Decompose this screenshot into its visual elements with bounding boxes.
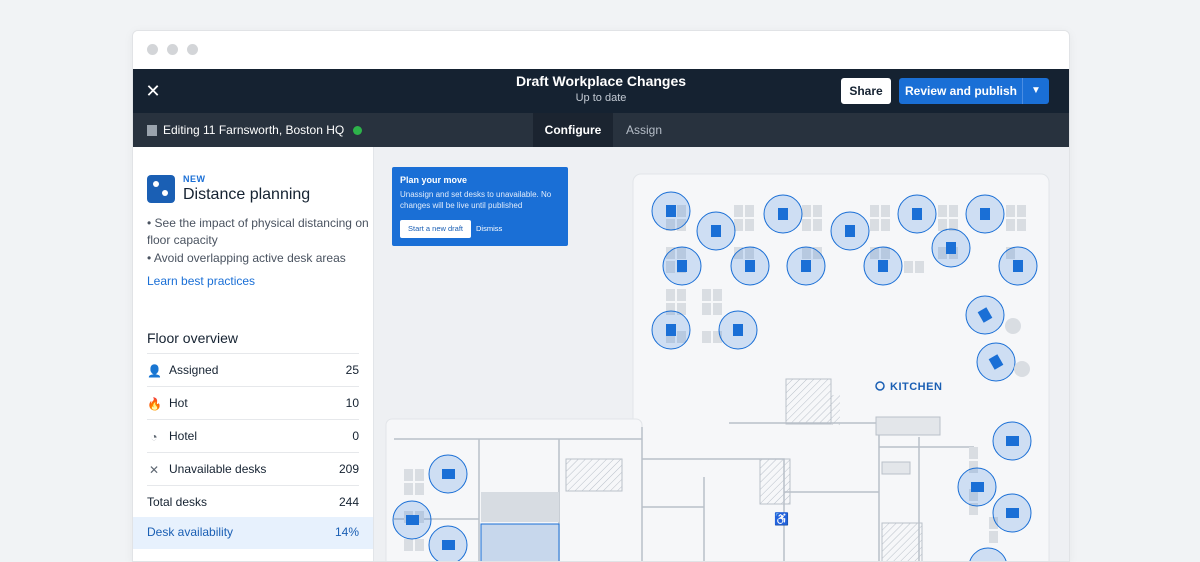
stat-row-hot: 🔥 Hot 10 xyxy=(147,386,359,419)
desk-marker[interactable] xyxy=(651,310,691,350)
stat-value: 209 xyxy=(338,462,359,476)
stat-value: 10 xyxy=(345,396,359,410)
top-bar: ✕ Draft Workplace Changes Up to date Sha… xyxy=(133,69,1069,113)
desk-marker[interactable] xyxy=(696,211,736,251)
sidebar: NEW Distance planning • See the impact o… xyxy=(133,147,374,561)
learn-best-practices-link[interactable]: Learn best practices xyxy=(147,274,255,288)
window-chrome xyxy=(133,31,1069,69)
editing-location-label: Editing 11 Farnsworth, Boston HQ xyxy=(163,123,345,137)
stat-value: 25 xyxy=(345,363,359,377)
distance-planning-icon xyxy=(147,175,175,203)
review-publish-button[interactable]: Review and publish ▼ xyxy=(899,78,1049,104)
floor-overview-title: Floor overview xyxy=(147,330,239,346)
desk-marker[interactable] xyxy=(998,246,1038,286)
window-dot-maximize[interactable] xyxy=(187,44,198,55)
window-dot-close[interactable] xyxy=(147,44,158,55)
hot-flame-icon: 🔥 xyxy=(147,397,162,411)
hatched-area xyxy=(565,458,623,492)
unavailable-x-icon: ✕ xyxy=(148,463,160,477)
desk-marker[interactable] xyxy=(897,194,937,234)
stat-label: Unavailable desks xyxy=(169,462,267,476)
stat-label: Hot xyxy=(169,396,188,410)
chevron-down-icon[interactable]: ▼ xyxy=(1022,78,1049,104)
banner-title: Plan your move xyxy=(400,175,468,185)
desk-marker[interactable] xyxy=(992,421,1032,461)
window-dot-minimize[interactable] xyxy=(167,44,178,55)
desk-availability-row: Desk availability 14% xyxy=(133,517,373,549)
total-value: 244 xyxy=(338,495,359,509)
kitchen-label: KITCHEN xyxy=(890,381,942,393)
hatched-area xyxy=(830,395,840,425)
desk-marker[interactable] xyxy=(662,246,702,286)
stat-label: Hotel xyxy=(169,429,198,443)
desk-marker[interactable] xyxy=(863,246,903,286)
promo-title: Distance planning xyxy=(183,186,311,203)
stat-row-total: Total desks 244 xyxy=(147,485,359,518)
counter xyxy=(881,461,911,475)
new-badge: NEW xyxy=(183,174,206,184)
desk-marker[interactable] xyxy=(651,191,691,231)
desk-marker[interactable] xyxy=(392,500,432,540)
hotel-clock-icon: ◔ xyxy=(150,430,158,444)
desk-marker[interactable] xyxy=(763,194,803,234)
availability-label: Desk availability xyxy=(147,525,234,539)
desk-marker[interactable] xyxy=(965,295,1005,335)
building-icon xyxy=(147,124,157,136)
desk-marker[interactable] xyxy=(428,454,468,494)
stat-value: 0 xyxy=(352,429,359,443)
desk-marker[interactable] xyxy=(830,211,870,251)
review-publish-label[interactable]: Review and publish xyxy=(899,78,1023,104)
dismiss-button[interactable]: Dismiss xyxy=(476,220,502,238)
desk-marker[interactable] xyxy=(428,525,468,562)
stat-row-hotel: ◔ Hotel 0 xyxy=(147,419,359,452)
desk-marker[interactable] xyxy=(957,467,997,507)
total-label: Total desks xyxy=(147,495,208,509)
availability-value: 14% xyxy=(334,525,359,539)
sub-bar: Editing 11 Farnsworth, Boston HQ Configu… xyxy=(133,113,1069,147)
banner-body: Unassign and set desks to unavailable. N… xyxy=(400,190,552,210)
desk-marker[interactable] xyxy=(976,342,1016,382)
room-fill xyxy=(481,492,559,522)
stat-row-assigned: 👤 Assigned 25 xyxy=(147,353,359,386)
start-new-draft-button[interactable]: Start a new draft xyxy=(400,220,471,238)
selected-room[interactable] xyxy=(480,523,560,562)
hatched-area xyxy=(785,378,832,425)
floor-map[interactable]: ♿ KITCHEN Plan your move Unassign and se… xyxy=(374,147,1069,562)
desk-marker[interactable] xyxy=(786,246,826,286)
tab-configure[interactable]: Configure xyxy=(533,113,613,147)
promo-bullet: • Avoid overlapping active desk areas xyxy=(147,251,346,265)
stat-label: Assigned xyxy=(169,363,219,377)
app-window: ✕ Draft Workplace Changes Up to date Sha… xyxy=(132,30,1070,562)
desk-marker[interactable] xyxy=(718,310,758,350)
tab-assign[interactable]: Assign xyxy=(613,113,675,147)
hatched-area xyxy=(759,458,791,505)
assigned-person-icon: 👤 xyxy=(147,364,162,378)
desk-marker[interactable] xyxy=(992,493,1032,533)
stat-row-unavailable: ✕ Unavailable desks 209 xyxy=(147,452,359,485)
editing-location: Editing 11 Farnsworth, Boston HQ xyxy=(147,113,363,147)
promo-bullet: • See the impact of physical distancing … xyxy=(147,216,369,247)
counter xyxy=(875,416,941,436)
desk-marker[interactable] xyxy=(965,194,1005,234)
share-button[interactable]: Share xyxy=(841,78,891,104)
desk-marker[interactable] xyxy=(730,246,770,286)
status-dot xyxy=(353,125,363,135)
restroom-icon: ♿ xyxy=(774,512,789,526)
hatched-area xyxy=(881,522,923,561)
plan-move-banner: Plan your move Unassign and set desks to… xyxy=(392,167,568,246)
desk-marker[interactable] xyxy=(931,228,971,268)
